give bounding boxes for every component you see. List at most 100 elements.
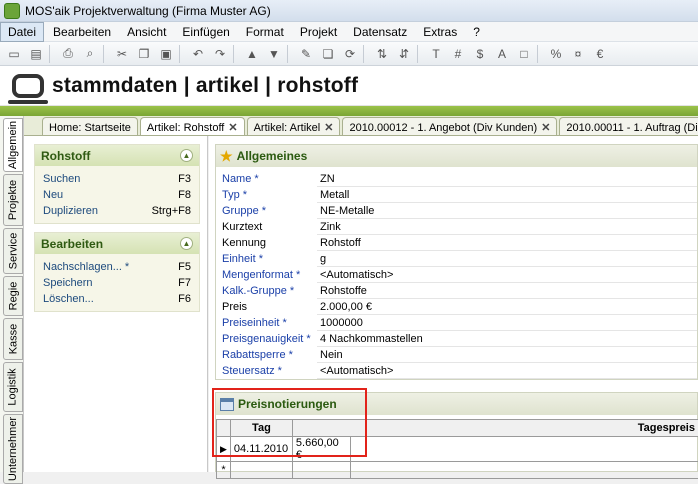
field-row: Preiseinheit *1000000 bbox=[216, 315, 697, 331]
vtab-1[interactable]: Projekte bbox=[3, 174, 23, 226]
cell-new-empty[interactable] bbox=[350, 462, 698, 479]
preview-icon[interactable]: ⌕ bbox=[79, 44, 101, 64]
menu-item-6[interactable]: Datensatz bbox=[346, 23, 414, 41]
task-item[interactable]: Löschen...F6 bbox=[35, 291, 199, 307]
field-value[interactable]: Nein bbox=[317, 347, 697, 363]
field-value[interactable]: ZN bbox=[317, 171, 697, 187]
general-group-header[interactable]: ★ Allgemeines bbox=[216, 145, 697, 167]
task-item[interactable]: NeuF8 bbox=[35, 187, 199, 203]
vtab-3[interactable]: Regie bbox=[3, 276, 23, 316]
accent-bar bbox=[0, 106, 698, 116]
print-icon[interactable]: ⎙ bbox=[57, 44, 79, 64]
menu-item-8[interactable]: ? bbox=[466, 23, 487, 41]
task-item-shortcut: F8 bbox=[178, 189, 191, 201]
paste-icon[interactable]: ▣ bbox=[155, 44, 177, 64]
vtab-2[interactable]: Service bbox=[3, 228, 23, 274]
refresh-icon[interactable]: ⟳ bbox=[339, 44, 361, 64]
menu-item-2[interactable]: Ansicht bbox=[120, 23, 173, 41]
field-value[interactable]: <Automatisch> bbox=[317, 267, 697, 283]
dollar-icon[interactable]: $ bbox=[469, 44, 491, 64]
column-header-tagespreis[interactable]: Tagespreis bbox=[292, 420, 698, 437]
copy-icon[interactable]: ❐ bbox=[133, 44, 155, 64]
cell-tag[interactable]: 04.11.2010 bbox=[230, 437, 292, 462]
task-group-header[interactable]: Bearbeiten ▲ bbox=[35, 233, 199, 254]
field-value[interactable]: Rohstoff bbox=[317, 235, 697, 251]
menu-item-0[interactable]: Datei bbox=[0, 22, 44, 42]
close-icon[interactable]: ✕ bbox=[228, 121, 237, 134]
task-item[interactable]: SpeichernF7 bbox=[35, 275, 199, 291]
prices-group-title: Preisnotierungen bbox=[238, 397, 337, 411]
percent-icon[interactable]: % bbox=[545, 44, 567, 64]
field-label: Kennung bbox=[216, 237, 317, 249]
menu-item-3[interactable]: Einfügen bbox=[175, 23, 236, 41]
doc-tab-4[interactable]: 2010.00011 - 1. Auftrag (Di bbox=[559, 117, 698, 135]
close-icon[interactable]: ✕ bbox=[541, 121, 550, 134]
vtab-4[interactable]: Kasse bbox=[3, 318, 23, 360]
collapse-icon[interactable]: ▲ bbox=[180, 149, 193, 162]
task-group-1: Bearbeiten ▲ Nachschlagen... *F5SpeichernF… bbox=[34, 232, 200, 312]
column-header-tag[interactable]: Tag bbox=[230, 420, 292, 437]
menu-item-7[interactable]: Extras bbox=[416, 23, 464, 41]
doc-tab-0[interactable]: Home: Startseite bbox=[42, 117, 138, 135]
field-row: Typ *Metall bbox=[216, 187, 697, 203]
square-icon[interactable]: □ bbox=[513, 44, 535, 64]
close-icon[interactable]: ✕ bbox=[324, 121, 333, 134]
vtab-6[interactable]: Unternehmer bbox=[3, 414, 23, 484]
task-item[interactable]: DuplizierenStrg+F8 bbox=[35, 203, 199, 219]
new-icon[interactable]: ▭ bbox=[3, 44, 25, 64]
copy-doc-icon[interactable]: ❏ bbox=[317, 44, 339, 64]
field-value[interactable]: Rohstoffe bbox=[317, 283, 697, 299]
undo-icon[interactable]: ↶ bbox=[187, 44, 209, 64]
vtab-0[interactable]: Allgemein bbox=[3, 118, 23, 172]
task-item-shortcut: Strg+F8 bbox=[152, 205, 191, 217]
task-item-shortcut: F3 bbox=[178, 173, 191, 185]
currency-icon[interactable]: ¤ bbox=[567, 44, 589, 64]
euro-icon[interactable]: € bbox=[589, 44, 611, 64]
task-group-header[interactable]: Rohstoff▲ bbox=[35, 145, 199, 166]
prices-group-header[interactable]: Preisnotierungen bbox=[216, 393, 697, 415]
vtab-5[interactable]: Logistik bbox=[3, 362, 23, 412]
field-value[interactable]: g bbox=[317, 251, 697, 267]
up-icon[interactable]: ▲ bbox=[241, 44, 263, 64]
redo-icon[interactable]: ↷ bbox=[209, 44, 231, 64]
sort-asc-icon[interactable]: ⇅ bbox=[371, 44, 393, 64]
down-icon[interactable]: ▼ bbox=[263, 44, 285, 64]
field-value[interactable]: 1000000 bbox=[317, 315, 697, 331]
field-value[interactable]: NE-Metalle bbox=[317, 203, 697, 219]
field-label: Rabattsperre * bbox=[216, 349, 317, 361]
field-value[interactable]: 2.000,00 € bbox=[317, 299, 697, 315]
text-icon[interactable]: T bbox=[425, 44, 447, 64]
doc-tab-2[interactable]: Artikel: Artikel✕ bbox=[247, 117, 341, 135]
cell-new-preis[interactable] bbox=[292, 462, 350, 479]
menu-item-1[interactable]: Bearbeiten bbox=[46, 23, 118, 41]
cell-empty[interactable] bbox=[350, 437, 698, 462]
toolbar-separator bbox=[103, 45, 109, 63]
field-label: Kurztext bbox=[216, 221, 317, 233]
edit-icon[interactable]: ✎ bbox=[295, 44, 317, 64]
menu-item-5[interactable]: Projekt bbox=[293, 23, 344, 41]
hash-icon[interactable]: # bbox=[447, 44, 469, 64]
new-row[interactable]: * bbox=[217, 462, 698, 479]
task-item[interactable]: SuchenF3 bbox=[35, 171, 199, 187]
toolbar-separator bbox=[363, 45, 369, 63]
doc-tab-3[interactable]: 2010.00012 - 1. Angebot (Div Kunden)✕ bbox=[342, 117, 557, 135]
table-row[interactable]: ▶ 04.11.2010 5.660,00 € bbox=[217, 437, 698, 462]
doc-tab-1[interactable]: Artikel: Rohstoff✕ bbox=[140, 117, 245, 135]
menu-item-4[interactable]: Format bbox=[239, 23, 291, 41]
open-icon[interactable]: ▤ bbox=[25, 44, 47, 64]
task-item[interactable]: Nachschlagen... *F5 bbox=[35, 259, 199, 275]
a-icon[interactable]: A bbox=[491, 44, 513, 64]
collapse-icon[interactable]: ▲ bbox=[180, 237, 193, 250]
row-selector-header bbox=[217, 420, 231, 437]
sort-desc-icon[interactable]: ⇵ bbox=[393, 44, 415, 64]
cut-icon[interactable]: ✂ bbox=[111, 44, 133, 64]
cell-new-tag[interactable] bbox=[230, 462, 292, 479]
field-value[interactable]: Zink bbox=[317, 219, 697, 235]
field-value[interactable]: Metall bbox=[317, 187, 697, 203]
field-value[interactable]: <Automatisch> bbox=[317, 363, 697, 379]
field-value[interactable]: 4 Nachkommastellen bbox=[317, 331, 697, 347]
field-row: Mengenformat *<Automatisch> bbox=[216, 267, 697, 283]
prices-table: Tag Tagespreis ▶ 04.11.2010 5.660,00 € * bbox=[216, 419, 698, 479]
task-group-title: Bearbeiten bbox=[41, 237, 103, 251]
cell-tagespreis[interactable]: 5.660,00 € bbox=[292, 437, 350, 462]
